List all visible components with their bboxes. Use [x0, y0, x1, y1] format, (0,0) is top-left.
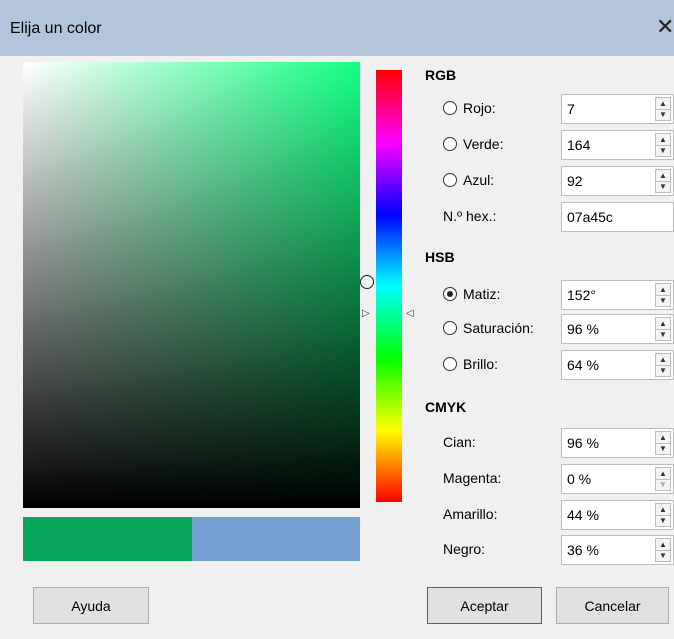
black-input[interactable]	[567, 542, 647, 558]
hue-spin[interactable]: ▲ ▼	[655, 283, 671, 307]
red-input[interactable]	[567, 101, 647, 117]
brightness-label: Brillo:	[463, 356, 499, 372]
red-label: Rojo:	[463, 100, 496, 116]
green-radio[interactable]	[443, 137, 457, 151]
spin-down-icon[interactable]: ▼	[656, 329, 670, 340]
hue-input[interactable]	[567, 287, 647, 303]
hsb-heading: HSB	[425, 249, 455, 265]
brightness-spin[interactable]: ▲ ▼	[655, 353, 671, 377]
spin-down-icon[interactable]: ▼	[656, 515, 670, 526]
brightness-radio[interactable]	[443, 357, 457, 371]
green-field[interactable]: ▲ ▼	[561, 130, 674, 160]
magenta-spin[interactable]: ▲ ▼	[655, 467, 671, 491]
color-field[interactable]	[23, 62, 374, 508]
cyan-field[interactable]: ▲ ▼	[561, 428, 674, 458]
hue-marker-right-icon[interactable]: ◁	[406, 308, 414, 320]
new-color-swatch	[23, 517, 192, 561]
spin-down-icon[interactable]: ▼	[656, 365, 670, 376]
brightness-field[interactable]: ▲ ▼	[561, 350, 674, 380]
red-radio[interactable]	[443, 101, 457, 115]
green-spin[interactable]: ▲ ▼	[655, 133, 671, 157]
hex-field[interactable]	[561, 202, 674, 232]
blue-field[interactable]: ▲ ▼	[561, 166, 674, 196]
magenta-field[interactable]: ▲ ▼	[561, 464, 674, 494]
spin-down-icon[interactable]: ▼	[656, 181, 670, 192]
rgb-heading: RGB	[425, 67, 457, 83]
yellow-spin[interactable]: ▲ ▼	[655, 503, 671, 527]
close-icon[interactable]: ✕	[656, 12, 674, 42]
spin-down-icon[interactable]: ▼	[656, 479, 670, 490]
saturation-label: Saturación:	[463, 320, 534, 336]
saturation-input[interactable]	[567, 321, 647, 337]
green-option[interactable]: Verde:	[443, 136, 503, 152]
hue-option[interactable]: Matiz:	[443, 286, 500, 302]
hue-slider[interactable]	[376, 70, 402, 502]
blue-option[interactable]: Azul:	[443, 172, 494, 188]
black-label: Negro:	[443, 541, 486, 557]
cyan-label: Cian:	[443, 434, 476, 450]
brightness-input[interactable]	[567, 357, 647, 373]
magenta-input[interactable]	[567, 471, 647, 487]
blue-radio[interactable]	[443, 173, 457, 187]
cyan-spin[interactable]: ▲ ▼	[655, 431, 671, 455]
saturation-option[interactable]: Saturación:	[443, 320, 534, 336]
dialog-title: Elija un color	[10, 20, 102, 37]
black-spin[interactable]: ▲ ▼	[655, 538, 671, 562]
spin-down-icon[interactable]: ▼	[656, 109, 670, 120]
red-option[interactable]: Rojo:	[443, 100, 496, 116]
saturation-radio[interactable]	[443, 321, 457, 335]
color-field-cursor[interactable]	[360, 275, 374, 289]
red-field[interactable]: ▲ ▼	[561, 94, 674, 124]
spin-down-icon[interactable]: ▼	[656, 295, 670, 306]
yellow-input[interactable]	[567, 507, 647, 523]
green-label: Verde:	[463, 136, 504, 152]
green-input[interactable]	[567, 137, 647, 153]
hue-radio[interactable]	[443, 287, 457, 301]
spin-down-icon[interactable]: ▼	[656, 443, 670, 454]
spin-down-icon[interactable]: ▼	[656, 550, 670, 561]
red-spin[interactable]: ▲ ▼	[655, 97, 671, 121]
magenta-label: Magenta:	[443, 470, 502, 486]
hue-label: Matiz:	[463, 286, 501, 302]
help-button[interactable]: Ayuda	[33, 587, 149, 624]
hue-field[interactable]: ▲ ▼	[561, 280, 674, 310]
brightness-option[interactable]: Brillo:	[443, 356, 498, 372]
title-bar: Elija un color ✕	[0, 0, 674, 56]
hue-marker-left-icon[interactable]: ▷	[362, 308, 370, 320]
yellow-label: Amarillo:	[443, 506, 498, 522]
ok-button[interactable]: Aceptar	[427, 587, 542, 624]
cancel-button[interactable]: Cancelar	[556, 587, 669, 624]
blue-input[interactable]	[567, 173, 647, 189]
black-field[interactable]: ▲ ▼	[561, 535, 674, 565]
blue-label: Azul:	[463, 172, 495, 188]
cmyk-heading: CMYK	[425, 399, 467, 415]
yellow-field[interactable]: ▲ ▼	[561, 500, 674, 530]
saturation-spin[interactable]: ▲ ▼	[655, 317, 671, 341]
spin-down-icon[interactable]: ▼	[656, 145, 670, 156]
previous-color-swatch	[192, 517, 360, 561]
saturation-field[interactable]: ▲ ▼	[561, 314, 674, 344]
blue-spin[interactable]: ▲ ▼	[655, 169, 671, 193]
hex-label: N.º hex.:	[443, 208, 497, 224]
hex-input[interactable]	[567, 209, 667, 225]
cyan-input[interactable]	[567, 435, 647, 451]
